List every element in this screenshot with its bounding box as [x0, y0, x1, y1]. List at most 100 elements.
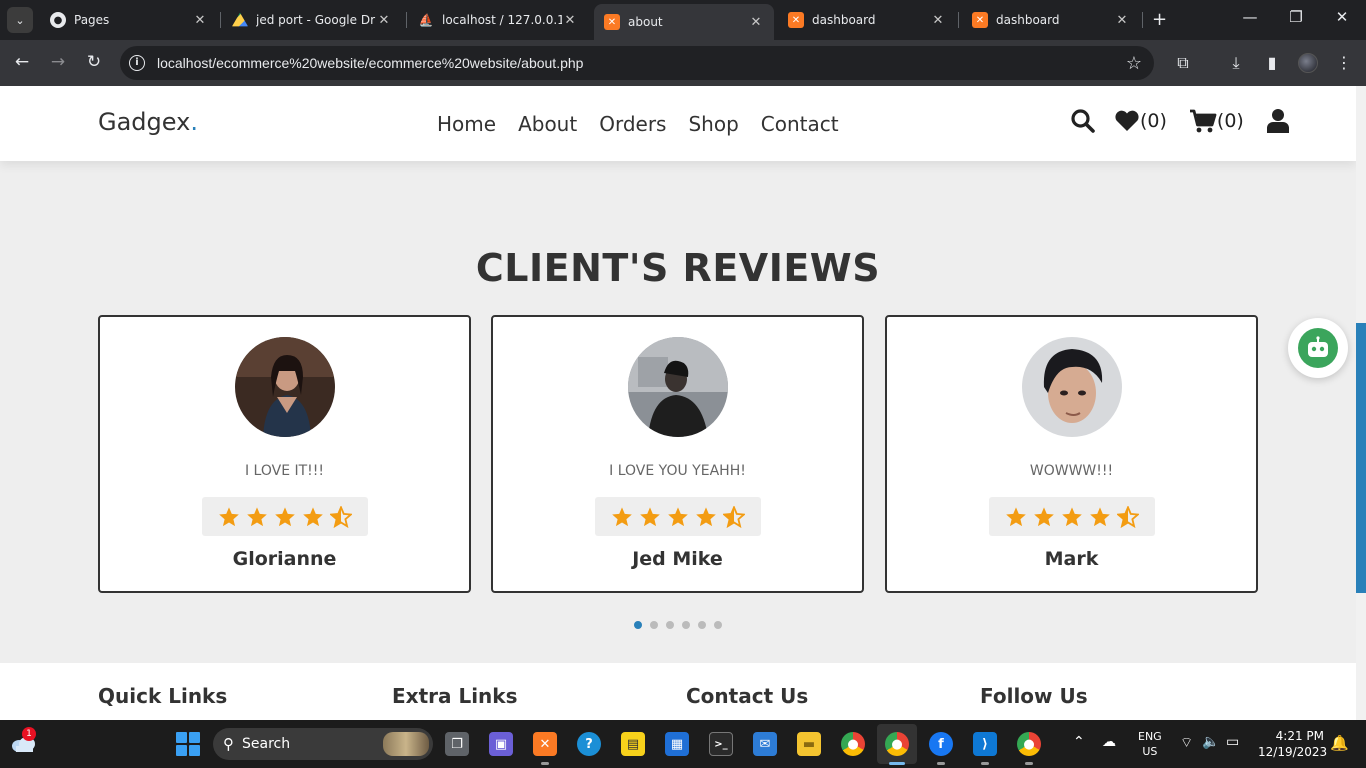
tab-title: about — [628, 15, 663, 29]
browser-menu-icon[interactable]: ⋮ — [1333, 53, 1355, 72]
nav-orders[interactable]: Orders — [599, 112, 666, 136]
site-info-icon[interactable]: i — [129, 55, 145, 71]
tab-separator — [1142, 12, 1143, 28]
tab-dashboard[interactable]: ✕ dashboard ✕ — [778, 6, 956, 34]
pagination-dot[interactable] — [714, 621, 722, 629]
review-text: WOWWW!!! — [1029, 463, 1114, 479]
wishlist-link[interactable]: (0) — [1114, 109, 1167, 133]
tab-about[interactable]: ✕ about ✕ — [594, 4, 774, 40]
nav-home[interactable]: Home — [437, 112, 496, 136]
chrome-alt-profile-icon[interactable]: ● — [1017, 732, 1041, 756]
download-icon[interactable]: ⤓ — [1225, 53, 1247, 73]
xampp-icon[interactable]: ✕ — [533, 732, 557, 756]
review-card: I LOVE IT!!! Glorianne — [98, 315, 471, 593]
taskbar: 1 ⚲ Search ❐ ▣ ✕ ? ▤ ▦ >_ ✉ ▬ ● ● f ⟩ ● … — [0, 720, 1366, 768]
language-indicator[interactable]: ENG US — [1138, 729, 1162, 759]
chrome-profile-icon[interactable]: ● — [885, 732, 909, 756]
minimize-button[interactable]: — — [1238, 8, 1262, 26]
close-window-button[interactable]: ✕ — [1330, 8, 1354, 26]
chrome-icon[interactable]: ● — [841, 732, 865, 756]
star-icon — [1061, 506, 1082, 526]
pagination-dot[interactable] — [682, 621, 690, 629]
user-icon[interactable] — [1266, 108, 1290, 134]
pagination-dot[interactable] — [666, 621, 674, 629]
review-card: WOWWW!!! Mark — [885, 315, 1258, 593]
pagination-dot[interactable] — [634, 621, 642, 629]
logo-dot: . — [190, 108, 198, 136]
tab-separator — [220, 12, 221, 28]
cart-icon — [1189, 109, 1217, 133]
address-bar[interactable]: i localhost/ecommerce%20website/ecommerc… — [120, 46, 1154, 80]
close-icon[interactable]: ✕ — [930, 13, 946, 28]
bookmark-star-icon[interactable]: ☆ — [1126, 53, 1142, 74]
nav-shop[interactable]: Shop — [688, 112, 738, 136]
cart-link[interactable]: (0) — [1189, 108, 1244, 134]
running-indicator — [889, 762, 905, 765]
taskbar-search[interactable]: ⚲ Search — [213, 728, 433, 760]
search-icon[interactable] — [1070, 108, 1096, 134]
wifi-icon[interactable]: ⌔ — [1180, 734, 1193, 752]
tab-title: dashboard — [812, 13, 876, 27]
close-icon[interactable]: ✕ — [192, 13, 208, 28]
star-icon — [1089, 506, 1110, 526]
mail-icon[interactable]: ✉ — [753, 732, 777, 756]
close-icon[interactable]: ✕ — [1114, 13, 1130, 28]
region-code: US — [1142, 745, 1158, 758]
tab-google-drive[interactable]: jed port - Google Driv ✕ — [222, 6, 402, 34]
tab-separator — [958, 12, 959, 28]
star-icon — [274, 506, 295, 526]
close-icon[interactable]: ✕ — [376, 13, 392, 28]
notification-bell-icon[interactable]: 🔔 — [1330, 734, 1349, 752]
star-rating — [201, 497, 368, 536]
restore-button[interactable]: ❐ — [1284, 8, 1308, 26]
close-icon[interactable]: ✕ — [748, 15, 764, 30]
phpmyadmin-icon: ⛵ — [418, 13, 434, 27]
url-text[interactable]: localhost/ecommerce%20website/ecommerce%… — [157, 55, 1126, 71]
back-button[interactable]: ← — [11, 52, 33, 72]
volume-icon[interactable]: 🔈 — [1202, 734, 1219, 750]
vscode-icon[interactable]: ⟩ — [973, 732, 997, 756]
client-name: Glorianne — [232, 548, 337, 570]
side-panel-icon[interactable]: ▮ — [1261, 53, 1283, 72]
pagination-dot[interactable] — [698, 621, 706, 629]
help-icon[interactable]: ? — [577, 732, 601, 756]
chatbot-button[interactable] — [1288, 318, 1348, 378]
language-code: ENG — [1138, 730, 1162, 743]
nav-about[interactable]: About — [518, 112, 577, 136]
pagination-dot[interactable] — [650, 621, 658, 629]
xampp-icon: ✕ — [604, 14, 620, 30]
tab-phpmyadmin[interactable]: ⛵ localhost / 127.0.0.1 / ✕ — [408, 6, 588, 34]
site-header: Gadgex. Home About Orders Shop Contact (… — [0, 86, 1356, 161]
file-explorer-icon[interactable]: ▬ — [797, 732, 821, 756]
tab-dashboard[interactable]: ✕ dashboard ✕ — [962, 6, 1140, 34]
site-logo[interactable]: Gadgex. — [98, 108, 198, 136]
battery-icon[interactable]: ▭ — [1226, 734, 1239, 750]
star-icon — [611, 506, 632, 526]
chevron-up-icon[interactable]: ⌃ — [1073, 734, 1085, 750]
microsoft-store-icon[interactable]: ▦ — [665, 732, 689, 756]
tab-search-button[interactable]: ⌄ — [7, 7, 33, 33]
close-icon[interactable]: ✕ — [562, 13, 578, 28]
scrollbar-thumb[interactable] — [1356, 323, 1366, 593]
profile-avatar[interactable] — [1298, 53, 1318, 73]
system-clock[interactable]: 4:21 PM 12/19/2023 — [1258, 728, 1327, 760]
client-avatar — [234, 337, 335, 437]
tab-pages[interactable]: ● Pages ✕ — [40, 6, 218, 34]
windows-start-icon[interactable] — [176, 732, 200, 756]
tab-separator — [406, 12, 407, 28]
new-tab-button[interactable]: + — [1152, 10, 1167, 30]
review-text: I LOVE IT!!! — [244, 463, 325, 479]
nav-contact[interactable]: Contact — [761, 112, 839, 136]
task-view-icon[interactable]: ❐ — [445, 732, 469, 756]
tab-title: jed port - Google Driv — [256, 13, 376, 27]
reload-button[interactable]: ↻ — [83, 52, 105, 72]
wishlist-count: (0) — [1140, 110, 1167, 132]
sticky-notes-icon[interactable]: ▤ — [621, 732, 645, 756]
facebook-icon[interactable]: f — [929, 732, 953, 756]
teams-chat-icon[interactable]: ▣ — [489, 732, 513, 756]
extensions-icon[interactable]: ⧉ — [1172, 53, 1194, 73]
terminal-icon[interactable]: >_ — [709, 732, 733, 756]
onedrive-cloud-icon[interactable]: ☁ — [1102, 734, 1116, 750]
forward-button[interactable]: → — [47, 52, 69, 72]
heart-icon — [1115, 110, 1139, 131]
